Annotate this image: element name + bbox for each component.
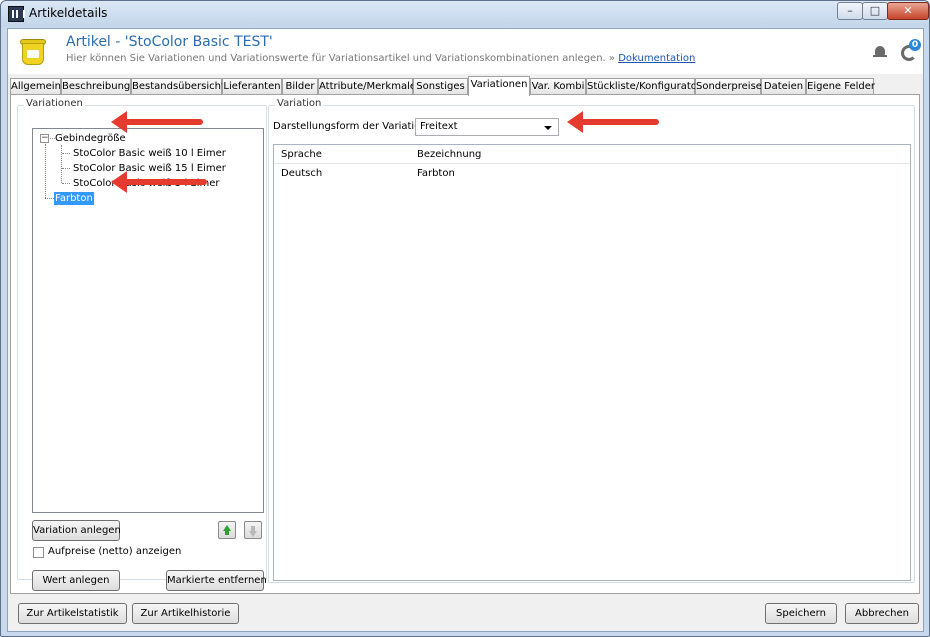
artikeldetails-window: Artikeldetails – □ ✕ Artikel - 'StoColor…	[0, 0, 930, 637]
grid-header-row	[274, 145, 910, 164]
display-form-value: Freitext	[420, 121, 458, 132]
tab-stueckliste-konfigurator[interactable]: Stückliste/Konfigurator	[586, 78, 701, 95]
collapse-icon[interactable]: −	[40, 134, 49, 143]
annotation-arrow-farbton	[111, 171, 207, 193]
surcharge-checkbox[interactable]	[33, 547, 44, 558]
window-title: Artikeldetails	[29, 6, 108, 20]
bucket-icon	[20, 37, 46, 67]
header-subtitle-text: Hier können Sie Variationen und Variatio…	[66, 53, 606, 64]
tree-connector	[62, 153, 70, 154]
maximize-button[interactable]: □	[862, 2, 888, 20]
notification-badge: 0	[909, 39, 921, 51]
tree-connector	[45, 144, 46, 198]
chevron-down-icon	[544, 126, 552, 130]
move-up-button[interactable]	[218, 521, 236, 539]
title-bar[interactable]: Artikeldetails – □ ✕	[1, 1, 929, 27]
tree-connector	[45, 198, 54, 199]
tree-node-farbton[interactable]: Farbton	[54, 192, 94, 205]
tree-connector	[61, 145, 62, 183]
app-icon	[8, 6, 25, 22]
arrow-down-icon	[249, 531, 257, 537]
save-button[interactable]: Speichern	[765, 603, 837, 624]
tab-bestandsuebersicht[interactable]: Bestandsübersicht	[131, 78, 225, 95]
header: Artikel - 'StoColor Basic TEST' Hier kön…	[8, 29, 923, 74]
minimize-button[interactable]: –	[837, 2, 863, 20]
variationen-group-label: Variationen	[24, 98, 85, 109]
tab-beschreibung[interactable]: Beschreibung	[61, 78, 131, 95]
arrow-up-stem	[225, 530, 229, 535]
tree-connector	[62, 168, 70, 169]
bell-icon[interactable]	[873, 45, 887, 59]
tab-sonderpreise[interactable]: Sonderpreise	[695, 78, 762, 95]
annotation-arrow-display-form	[567, 111, 659, 133]
artikelstatistik-button[interactable]: Zur Artikelstatistik	[18, 603, 127, 624]
column-header-bezeichnung[interactable]: Bezeichnung	[417, 145, 481, 164]
remove-selected-button[interactable]: Markierte entfernen	[166, 570, 267, 591]
variationen-panel: Variationen − Gebindegröße StoColor Basi…	[10, 94, 920, 594]
grid-cell-bezeichnung[interactable]: Farbton	[417, 166, 455, 182]
tab-attribute-merkmale[interactable]: Attribute/Merkmale	[318, 78, 416, 95]
translation-grid[interactable]: Sprache Bezeichnung Deutsch Farbton	[273, 144, 911, 581]
header-subtitle: Hier können Sie Variationen und Variatio…	[66, 53, 695, 64]
tab-allgemein[interactable]: Allgemein	[10, 78, 61, 95]
tree-connector	[62, 183, 70, 184]
variation-group: Variation Darstellungsform der Variation…	[268, 98, 915, 583]
tab-dateien[interactable]: Dateien	[761, 78, 806, 95]
annotation-arrow-gebindegroesse	[111, 111, 203, 133]
column-header-sprache[interactable]: Sprache	[281, 145, 322, 164]
tree-node-value[interactable]: StoColor Basic weiß 10 l Eimer	[73, 147, 226, 160]
tree-node-value[interactable]: StoColor Basic weiß 15 l Eimer	[73, 162, 226, 175]
move-down-button[interactable]	[244, 521, 262, 539]
tab-eigene-felder[interactable]: Eigene Felder	[806, 78, 875, 95]
tree-node-gebindegroesse[interactable]: Gebindegröße	[55, 132, 126, 145]
surcharge-checkbox-label: Aufpreise (netto) anzeigen	[48, 546, 182, 557]
display-form-label: Darstellungsform der Variation:	[273, 121, 431, 132]
tab-bilder[interactable]: Bilder	[282, 78, 318, 95]
add-value-button[interactable]: Wert anlegen	[32, 570, 120, 591]
grid-cell-sprache[interactable]: Deutsch	[281, 166, 322, 182]
display-form-select[interactable]: Freitext	[415, 118, 559, 136]
artikelhistorie-button[interactable]: Zur Artikelhistorie	[132, 603, 239, 624]
documentation-link[interactable]: Dokumentation	[618, 53, 695, 64]
variation-group-label: Variation	[275, 98, 324, 109]
tab-variationen[interactable]: Variationen	[468, 76, 530, 96]
add-variation-button[interactable]: Variation anlegen	[32, 520, 121, 541]
tab-sonstiges[interactable]: Sonstiges	[413, 78, 468, 95]
header-subtitle-separator: »	[605, 53, 619, 64]
article-title: Artikel - 'StoColor Basic TEST'	[66, 34, 273, 50]
close-button[interactable]: ✕	[887, 2, 929, 20]
tab-var-kombi[interactable]: Var. Kombi	[530, 78, 586, 95]
cancel-button[interactable]: Abbrechen	[845, 603, 919, 624]
tab-lieferanten[interactable]: Lieferanten	[222, 78, 282, 95]
